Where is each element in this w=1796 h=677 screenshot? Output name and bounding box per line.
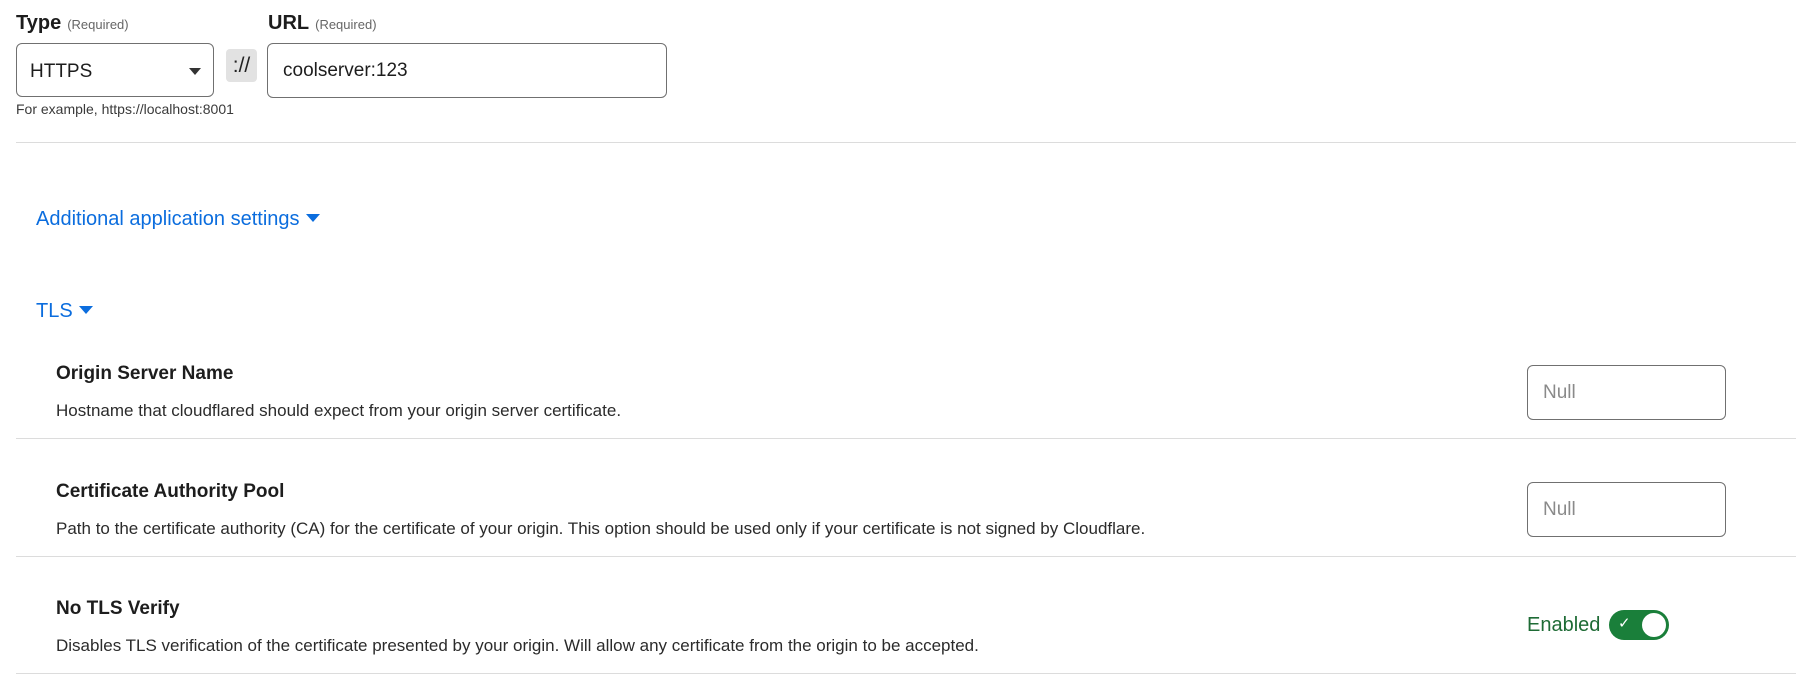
origin-server-name-input[interactable] [1527, 365, 1726, 420]
ca-pool-title: Certificate Authority Pool [56, 481, 285, 502]
type-select-value: HTTPS [30, 61, 93, 82]
no-tls-verify-description: Disables TLS verification of the certifi… [56, 636, 979, 655]
additional-settings-label: Additional application settings [36, 208, 300, 230]
url-label-text: URL [268, 12, 310, 34]
caret-down-icon [189, 68, 201, 75]
url-required-note: (Required) [315, 17, 377, 32]
type-label: Type (Required) [16, 12, 129, 35]
url-input[interactable] [267, 43, 667, 98]
origin-server-name-description: Hostname that cloudflared should expect … [56, 401, 622, 420]
triangle-down-icon [305, 213, 320, 222]
divider [16, 438, 1796, 439]
tls-label: TLS [36, 300, 73, 322]
type-required-note: (Required) [67, 17, 129, 32]
ca-pool-description: Path to the certificate authority (CA) f… [56, 519, 1146, 538]
divider [16, 142, 1796, 143]
no-tls-verify-title: No TLS Verify [56, 598, 180, 619]
protocol-separator: :// [226, 49, 257, 82]
ca-pool-input[interactable] [1527, 482, 1726, 537]
toggle-knob [1642, 613, 1666, 637]
divider [16, 673, 1796, 674]
url-hint: For example, https://localhost:8001 [16, 101, 234, 117]
url-label: URL (Required) [268, 12, 377, 35]
tls-toggle[interactable]: TLS [36, 300, 93, 323]
checkmark-icon: ✓ [1618, 615, 1631, 632]
toggle-status-label: Enabled [1527, 614, 1601, 636]
origin-server-name-title: Origin Server Name [56, 363, 234, 384]
type-label-text: Type [16, 12, 62, 34]
triangle-down-icon [78, 305, 93, 314]
no-tls-verify-toggle[interactable]: ✓ [1609, 610, 1669, 640]
type-select[interactable]: HTTPS [16, 43, 214, 97]
additional-settings-toggle[interactable]: Additional application settings [36, 208, 320, 231]
divider [16, 556, 1796, 557]
